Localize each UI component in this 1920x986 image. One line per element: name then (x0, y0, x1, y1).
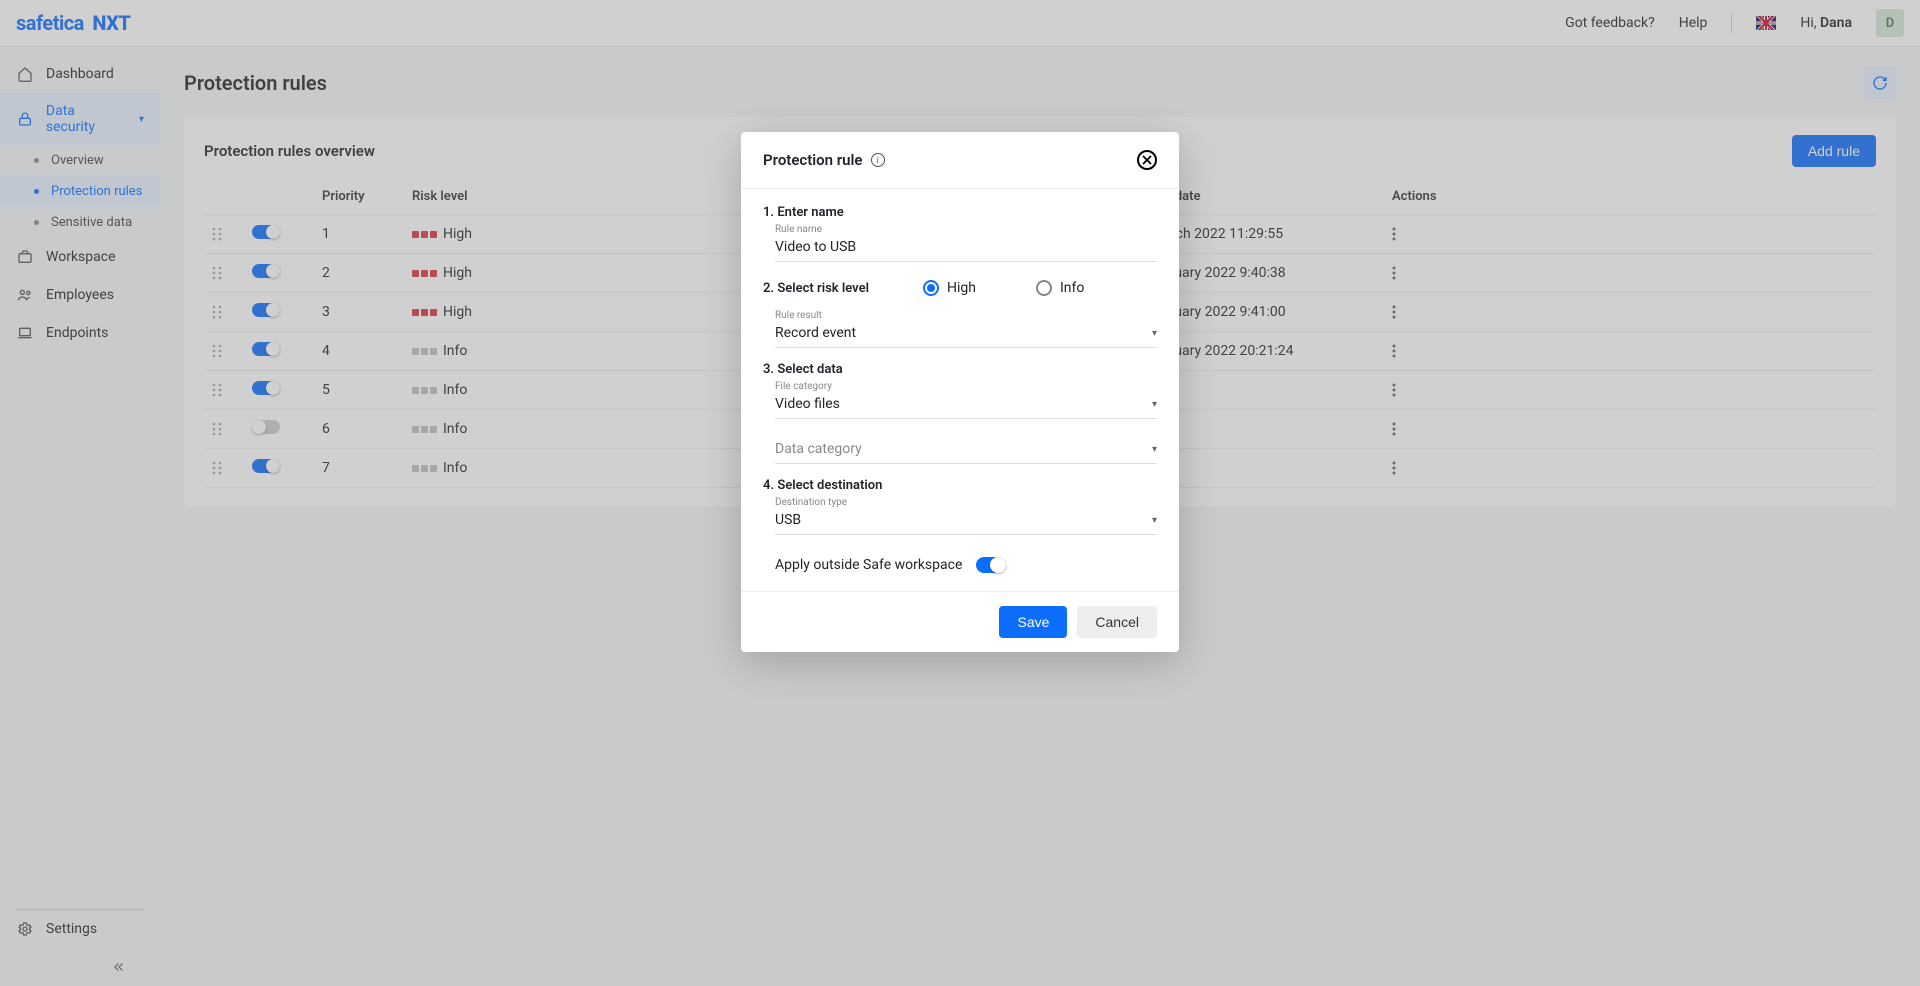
step1-label: 1. Enter name (763, 205, 1157, 220)
save-button[interactable]: Save (999, 606, 1067, 638)
destination-type-value: USB (775, 512, 801, 528)
file-category-value: Video files (775, 396, 840, 412)
protection-rule-modal: Protection rule i 1. Enter name Rule nam… (741, 132, 1179, 652)
rule-name-value: Video to USB (775, 239, 856, 255)
risk-high-radio[interactable]: High (923, 280, 976, 296)
caret-down-icon: ▾ (1152, 444, 1157, 455)
apply-outside-label: Apply outside Safe workspace (775, 557, 962, 573)
destination-type-select[interactable]: USB ▾ (775, 508, 1157, 535)
risk-info-label: Info (1060, 280, 1084, 296)
apply-outside-toggle[interactable] (976, 557, 1006, 573)
rule-name-input[interactable]: Video to USB (775, 235, 1157, 262)
step4-label: 4. Select destination (763, 478, 1157, 493)
step3-label: 3. Select data (763, 362, 1157, 377)
file-category-select[interactable]: Video files ▾ (775, 392, 1157, 419)
close-button[interactable] (1137, 150, 1157, 170)
caret-down-icon: ▾ (1152, 515, 1157, 526)
caret-down-icon: ▾ (1152, 399, 1157, 410)
data-category-select[interactable]: Data category ▾ (775, 437, 1157, 464)
rule-result-select[interactable]: Record event ▾ (775, 321, 1157, 348)
rule-name-label: Rule name (775, 224, 1157, 235)
rule-result-value: Record event (775, 325, 856, 341)
modal-title: Protection rule (763, 151, 863, 169)
destination-type-label: Destination type (775, 497, 1157, 508)
risk-info-radio[interactable]: Info (1036, 280, 1084, 296)
radio-icon (923, 280, 939, 296)
close-icon (1142, 155, 1152, 165)
caret-down-icon: ▾ (1152, 328, 1157, 339)
rule-result-label: Rule result (775, 310, 1157, 321)
cancel-button[interactable]: Cancel (1077, 606, 1157, 638)
data-category-placeholder: Data category (775, 441, 862, 457)
info-icon[interactable]: i (871, 153, 885, 167)
file-category-label: File category (775, 381, 1157, 392)
radio-icon (1036, 280, 1052, 296)
risk-high-label: High (947, 280, 976, 296)
modal-overlay[interactable]: Protection rule i 1. Enter name Rule nam… (0, 0, 1920, 986)
step2-label: 2. Select risk level (763, 281, 923, 296)
